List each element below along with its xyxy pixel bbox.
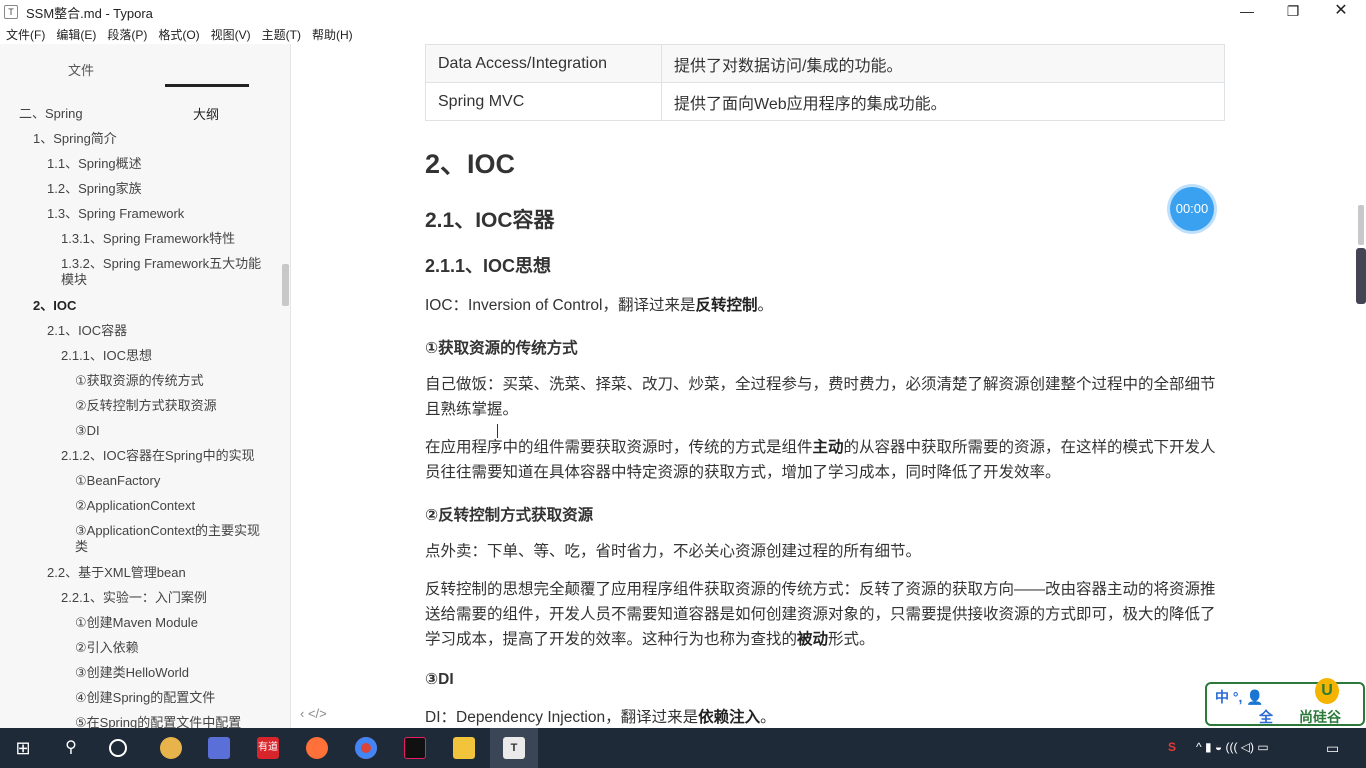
typora-taskbar-icon[interactable]: T [503, 737, 525, 759]
baidu-netdisk-icon[interactable] [160, 737, 182, 759]
heading-ioc-way: ②反转控制方式获取资源 [425, 507, 594, 524]
sidebar-tabs: 文件 大纲 [0, 44, 290, 122]
text-cursor [497, 424, 498, 438]
outline-item[interactable]: 1.1、Spring概述 [47, 156, 142, 172]
outline-item[interactable]: 2、IOC [33, 298, 76, 314]
ime-mode-icons[interactable]: 中 °, 👤 [1215, 687, 1264, 707]
bold-text: 主动 [812, 439, 844, 456]
side-widget-handle[interactable] [1356, 248, 1366, 304]
heading-ioc-container: 2.1、IOC容器 [425, 209, 555, 232]
brand-name: 尚硅谷 [1299, 709, 1341, 725]
paragraph-takeout: 点外卖：下单、等、吃，省时省力，不必关心资源创建过程的所有细节。 [425, 543, 922, 560]
typora-app-icon: T [4, 5, 18, 19]
bold-text: 依赖注入 [698, 709, 761, 726]
text: DI：Dependency Injection，翻译过来是 [425, 709, 699, 726]
title-bar: T SSM整合.md - Typora — ❐ ✕ [0, 0, 1366, 24]
outline-item[interactable]: ①BeanFactory [75, 473, 160, 489]
table-row: Data Access/Integration 提供了对数据访问/集成的功能。 [425, 44, 1225, 83]
editor-content[interactable]: Data Access/Integration 提供了对数据访问/集成的功能。 … [292, 44, 1358, 728]
start-icon[interactable]: ⊞ [12, 737, 34, 759]
outline-item[interactable]: 1.3、Spring Framework [47, 206, 184, 222]
dolphin-app-icon[interactable] [208, 737, 230, 759]
text: IOC：Inversion of Control，翻译过来是 [425, 297, 696, 314]
text: 。 [757, 297, 773, 314]
outline-item[interactable]: 2.1.1、IOC思想 [61, 348, 152, 364]
table-row: Spring MVC 提供了面向Web应用程序的集成功能。 [425, 82, 1225, 121]
task-view-icon[interactable] [109, 739, 127, 757]
menu-theme[interactable]: 主题(T) [262, 26, 301, 43]
menu-help[interactable]: 帮助(H) [312, 26, 353, 43]
sidebar-toggle-controls[interactable]: ‹ </> [300, 706, 327, 721]
paragraph-traditional-detail: 在应用程序中的组件需要获取资源时，传统的方式是组件主动的从容器中获取所需要的资源… [425, 435, 1225, 485]
outline-item[interactable]: 1.3.1、Spring Framework特性 [61, 231, 235, 247]
brand-logo-icon: U [1315, 678, 1339, 704]
menu-bar: 文件(F) 编辑(E) 段落(P) 格式(O) 视图(V) 主题(T) 帮助(H… [0, 24, 1366, 44]
heading-di: ③DI [425, 671, 454, 688]
search-icon[interactable]: ⚲ [60, 737, 82, 759]
heading-ioc-idea: 2.1.1、IOC思想 [425, 256, 552, 276]
table-cell: Spring MVC [425, 82, 662, 121]
maximize-button[interactable]: ❐ [1270, 0, 1316, 24]
notification-icon[interactable]: ▭ [1326, 740, 1339, 757]
sidebar: 文件 大纲 二、Spring 1、Spring简介 1.1、Spring概述 1… [0, 44, 291, 728]
outline-item[interactable]: ②ApplicationContext [75, 498, 195, 514]
close-button[interactable]: ✕ [1318, 0, 1364, 24]
recording-timer[interactable]: 00:00 [1170, 187, 1214, 231]
outline-item[interactable]: ②反转控制方式获取资源 [75, 398, 217, 414]
outline-item[interactable]: ③创建类HelloWorld [75, 665, 189, 681]
firefox-icon[interactable] [306, 737, 328, 759]
active-tab-indicator [165, 84, 249, 87]
tab-outline[interactable]: 大纲 [193, 104, 290, 123]
outline-item[interactable]: 1.2、Spring家族 [47, 181, 142, 197]
outline-item[interactable]: 1.3.2、Spring Framework五大功能模块 [61, 256, 271, 288]
outline-item[interactable]: 2.2、基于XML管理bean [47, 565, 186, 581]
text: 形式。 [828, 631, 875, 648]
outline-item[interactable]: ②引入依赖 [75, 640, 139, 656]
text: 在应用程序中的组件需要获取资源时，传统的方式是组件 [425, 439, 813, 456]
ime-fullwidth[interactable]: 全 [1259, 707, 1273, 727]
paragraph-ioc-detail: 反转控制的思想完全颠覆了应用程序组件获取资源的传统方式：反转了资源的获取方向——… [425, 577, 1225, 652]
text: 。 [760, 709, 776, 726]
menu-edit[interactable]: 编辑(E) [56, 26, 96, 43]
outline-item[interactable]: ④创建Spring的配置文件 [75, 690, 215, 706]
table-cell: Data Access/Integration [425, 44, 662, 83]
outline-item[interactable]: ③DI [75, 423, 100, 439]
menu-file[interactable]: 文件(F) [6, 26, 45, 43]
taskbar: ⊞ ⚲ 有道 T S ^ ▮ ◒ ((( ◁) ▭ ▭ [0, 728, 1366, 768]
heading-traditional-way: ①获取资源的传统方式 [425, 340, 578, 357]
outline-item[interactable]: 1、Spring简介 [33, 131, 117, 147]
menu-paragraph[interactable]: 段落(P) [107, 26, 147, 43]
file-explorer-icon[interactable] [453, 737, 475, 759]
menu-format[interactable]: 格式(O) [158, 26, 199, 43]
outline-item[interactable]: 2.1.2、IOC容器在Spring中的实现 [61, 448, 255, 464]
outline-item[interactable]: ⑤在Spring的配置文件中配置 [75, 715, 241, 728]
table-cell: 提供了对数据访问/集成的功能。 [661, 44, 1225, 83]
editor-scrollbar[interactable] [1358, 205, 1364, 245]
tab-files[interactable]: 文件 [68, 60, 94, 79]
input-method-icon[interactable]: S [1168, 740, 1176, 754]
bold-text: 反转控制 [695, 297, 758, 314]
outline-item[interactable]: 2.1、IOC容器 [47, 323, 127, 339]
outline-item[interactable]: 2.2.1、实验一：入门案例 [61, 590, 207, 606]
bold-text: 被动 [797, 631, 829, 648]
modules-table: Data Access/Integration 提供了对数据访问/集成的功能。 … [425, 44, 1225, 121]
outline-item[interactable]: ①获取资源的传统方式 [75, 373, 204, 389]
outline-item[interactable]: ③ApplicationContext的主要实现类 [75, 523, 271, 555]
chrome-icon[interactable] [355, 737, 377, 759]
table-cell: 提供了面向Web应用程序的集成功能。 [661, 82, 1225, 121]
system-tray-icons[interactable]: ^ ▮ ◒ ((( ◁) ▭ [1196, 740, 1269, 754]
outline-item[interactable]: 二、Spring [19, 106, 83, 122]
heading-ioc: 2、IOC [425, 149, 516, 179]
paragraph-cooking: 自己做饭：买菜、洗菜、择菜、改刀、炒菜，全过程参与，费时费力，必须清楚了解资源创… [425, 376, 1216, 418]
paragraph-ioc-definition: IOC：Inversion of Control，翻译过来是反转控制。 [425, 293, 1225, 318]
menu-view[interactable]: 视图(V) [211, 26, 251, 43]
window-title: SSM整合.md - Typora [26, 5, 153, 21]
youdao-icon[interactable]: 有道 [257, 737, 279, 759]
paragraph-di-definition: DI：Dependency Injection，翻译过来是依赖注入。 [425, 705, 1225, 728]
outline-item[interactable]: ①创建Maven Module [75, 615, 198, 631]
intellij-icon[interactable] [404, 737, 426, 759]
sidebar-scrollbar[interactable] [282, 264, 289, 306]
ime-toolbar[interactable]: 中 °, 👤 全 U 尚硅谷 [1205, 678, 1365, 727]
minimize-button[interactable]: — [1224, 0, 1270, 24]
